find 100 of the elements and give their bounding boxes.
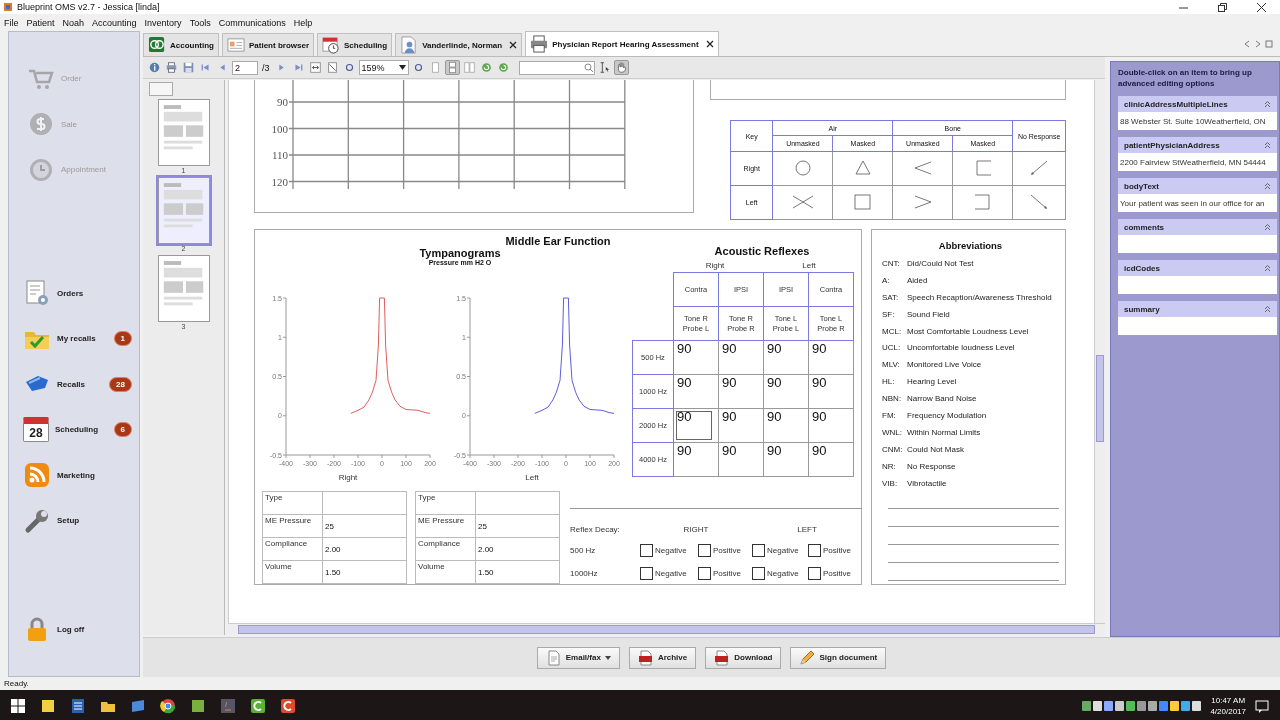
tray-icons-drawing[interactable] [1082,699,1203,712]
input-field[interactable]: Your patient was seen in our office for an [1118,194,1277,213]
tab[interactable]: Physician Report Hearing Assessment [525,31,719,56]
continuous-page-button[interactable] [444,60,460,75]
rss-icon[interactable] [23,461,51,490]
menu-item[interactable]: Communications [218,17,286,28]
facing-pages-button[interactable] [461,60,477,75]
page-thumbnail[interactable] [157,99,210,166]
windows-icon[interactable] [10,697,26,714]
search-field[interactable] [518,60,595,75]
collapse-icon[interactable] [1264,223,1271,231]
scrollbar-thumb[interactable] [1096,355,1104,442]
page-thumbnail[interactable] [157,255,210,322]
checkbox[interactable] [752,566,765,580]
zoom-dropdown[interactable]: 159% [358,60,409,75]
tab-scroll-icon[interactable] [1244,39,1274,48]
page-thumbnail[interactable] [157,177,210,244]
action-button[interactable]: Email/fax [536,646,620,669]
field-header[interactable]: comments [1118,219,1277,236]
checkbox-label: Negative [767,546,799,555]
value-field[interactable]: 2.00 [322,537,407,561]
hand-tool[interactable] [613,60,629,75]
checkbox[interactable] [698,566,711,580]
input-field[interactable] [1118,317,1277,336]
action-button[interactable]: Download [705,646,782,669]
menu-item[interactable]: Tools [189,17,211,28]
fit-width-button[interactable] [307,60,323,75]
note-icon[interactable] [40,697,56,714]
collapse-icon[interactable] [1264,100,1271,108]
restore-icon[interactable] [1218,2,1227,12]
sidebar-item[interactable]: Setup [57,516,80,526]
calendar-icon[interactable]: 28 [23,417,49,443]
menu-item[interactable]: Inventory [144,17,182,28]
sidebar-item[interactable]: Log off [57,624,85,634]
thumbnails-tab[interactable] [149,82,173,96]
app-icon[interactable] [250,697,266,714]
collapse-icon[interactable] [1264,305,1271,313]
value-field[interactable]: 1.50 [322,560,407,584]
close-icon[interactable] [705,40,714,48]
sidebar-item[interactable]: Recalls [57,379,86,389]
field-header[interactable]: icdCodes [1118,260,1277,277]
field-header[interactable]: summary [1118,301,1277,318]
notification-icon[interactable] [1254,697,1270,714]
value-field[interactable]: 2.00 [475,537,560,561]
tab[interactable]: Scheduling [317,33,393,56]
tab[interactable]: Vanderlinde, Norman [395,33,523,56]
checkbox-label: Negative [767,568,799,578]
page-field[interactable]: 2 [232,60,258,75]
input-field[interactable] [1118,235,1277,254]
field-header[interactable]: bodyText [1118,178,1277,195]
menu-item[interactable]: Noah [62,17,85,28]
checkbox[interactable] [808,566,821,580]
abbreviation: NR: [882,461,897,471]
collapse-icon[interactable] [1264,141,1271,149]
sidebar-item[interactable]: Orders [57,288,84,298]
tab[interactable]: Accounting [143,33,219,56]
checkbox[interactable] [640,544,653,557]
app-icon[interactable] [280,697,296,714]
checkbox[interactable] [640,566,653,580]
browser-icon[interactable] [160,697,176,714]
close-icon[interactable] [1257,2,1266,12]
value-field[interactable]: 25 [322,514,407,538]
checkbox[interactable] [698,544,711,557]
menu-item[interactable]: Accounting [92,17,137,28]
horizontal-scrollbar[interactable] [228,623,1105,635]
action-button[interactable]: Sign document [790,646,887,669]
sidebar-item[interactable]: My recalls [57,334,96,344]
document-icon[interactable] [70,697,86,714]
value-field[interactable] [475,491,560,515]
menu-item[interactable]: Patient [26,17,55,28]
orders-icon[interactable] [23,279,51,308]
checkbox[interactable] [808,544,821,557]
scrollbar-thumb[interactable] [238,625,1095,634]
action-button[interactable]: Archive [628,646,697,669]
save-button[interactable] [181,60,196,75]
close-icon[interactable] [509,41,518,49]
sidebar-item[interactable]: Marketing [57,470,95,480]
menu-item[interactable]: File [4,17,19,28]
print-button[interactable] [164,60,179,75]
vertical-scrollbar[interactable] [1094,80,1105,623]
input-field[interactable] [1118,276,1277,295]
java-icon[interactable] [220,697,236,714]
info-button[interactable] [147,60,162,75]
value-field[interactable] [322,491,407,515]
collapse-icon[interactable] [1264,182,1271,190]
checkbox[interactable] [752,544,765,557]
checkbox-label: Positive [823,546,851,555]
abbreviation: UCL: [882,343,902,353]
collapse-icon[interactable] [1264,264,1271,272]
field-header[interactable]: patientPhysicianAddress [1118,137,1277,154]
value-field[interactable]: 25 [475,514,560,538]
app-icon[interactable] [190,697,206,714]
sidebar-item[interactable]: Scheduling [55,425,99,435]
field-header[interactable]: clinicAddressMultipleLines [1118,96,1277,113]
menu-item[interactable]: Help [293,17,313,28]
tab[interactable]: Patient browser [222,33,314,56]
input-field[interactable]: 88 Webster St. Suite 10Weatherfield, ON [1118,112,1277,131]
value-field[interactable]: 1.50 [475,560,560,584]
window-icon[interactable] [130,697,146,714]
input-field[interactable]: 2200 Fairview StWeatherfield, MN 54444 [1118,153,1277,172]
